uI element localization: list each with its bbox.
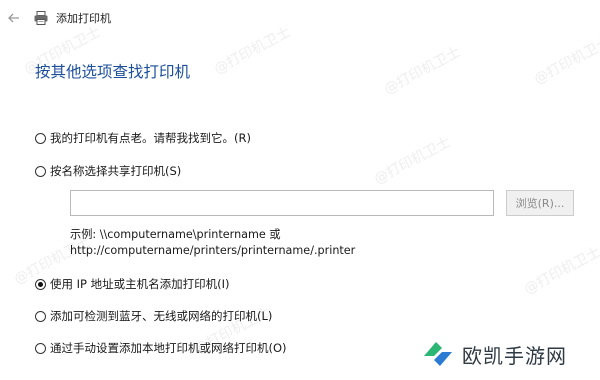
example-text: 示例: \\computername\printername 或 http://… [70,227,355,259]
watermark-text: @打印机卫士 [521,244,600,298]
browse-button[interactable]: 浏览(R)... [506,190,574,216]
radio-button[interactable] [35,165,46,177]
example-line-2: http://computername/printers/printername… [70,244,356,257]
radio-button[interactable] [35,132,46,144]
shared-printer-name-input[interactable] [70,190,494,216]
watermark-text: @打印机卫士 [371,134,454,188]
radio-button-selected[interactable] [35,278,46,290]
watermark-text: @打印机卫士 [531,34,600,88]
option-ip-address[interactable]: 使用 IP 地址或主机名添加打印机(I) [35,275,230,293]
back-button[interactable] [6,10,22,26]
option-shared-printer[interactable]: 按名称选择共享打印机(S) [35,162,181,180]
example-line-1: 示例: \\computername\printername 或 [70,228,281,241]
page-heading: 按其他选项查找打印机 [35,63,191,81]
watermark-text: @打印机卫士 [381,44,464,98]
printer-icon [33,10,49,26]
option-label: 通过手动设置添加本地打印机或网络打印机(O) [50,341,287,355]
option-label: 添加可检测到蓝牙、无线或网络的打印机(L) [50,309,273,323]
option-old-printer[interactable]: 我的打印机有点老。请帮我找到它。(R) [35,129,251,147]
brand-name: 欧凯手游网 [462,343,567,368]
back-arrow-icon [8,13,19,23]
window-title: 添加打印机 [56,12,111,25]
radio-button[interactable] [35,342,46,354]
option-bluetooth-wireless[interactable]: 添加可检测到蓝牙、无线或网络的打印机(L) [35,307,272,325]
brand-watermark: 欧凯手游网 [420,334,567,374]
title-bar: 添加打印机 [0,0,600,36]
option-label: 按名称选择共享打印机(S) [50,164,182,178]
option-manual-local[interactable]: 通过手动设置添加本地打印机或网络打印机(O) [35,339,287,357]
radio-button[interactable] [35,310,46,322]
option-label: 使用 IP 地址或主机名添加打印机(I) [50,277,230,291]
option-label: 我的打印机有点老。请帮我找到它。(R) [50,131,251,145]
brand-logo-icon [424,342,452,366]
